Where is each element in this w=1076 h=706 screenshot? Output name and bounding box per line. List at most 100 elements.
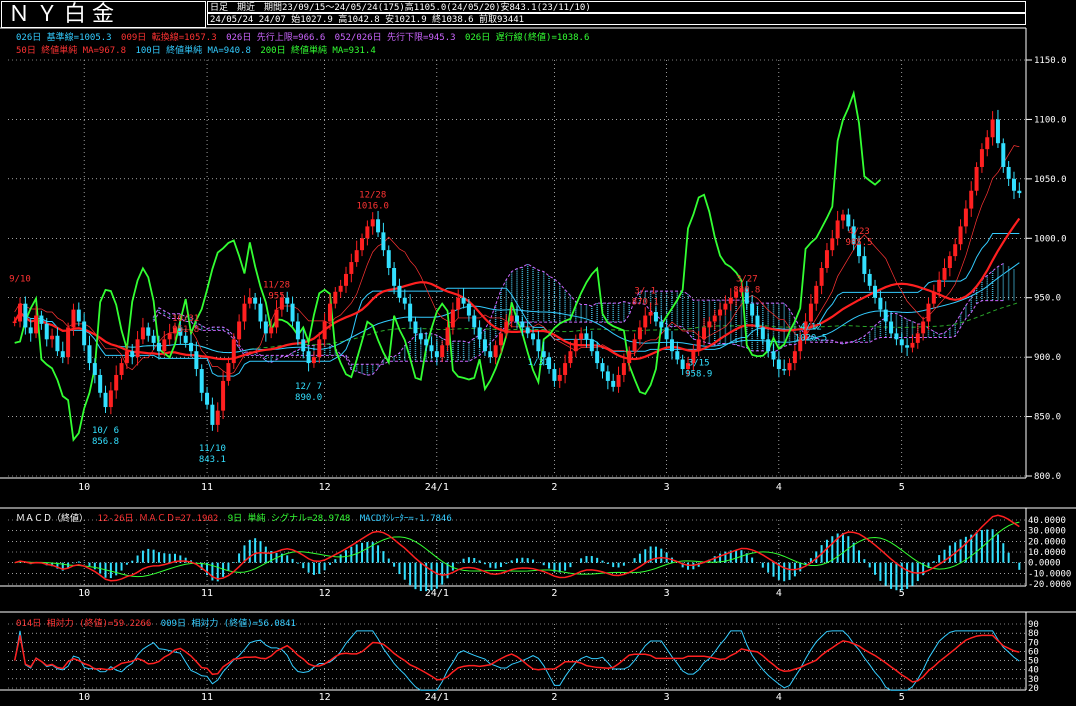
candle-body: [899, 339, 904, 346]
candle-body: [333, 291, 338, 304]
candle-body: [445, 327, 450, 346]
candle-body: [915, 333, 920, 343]
candle-body: [766, 339, 771, 352]
candle-body: [557, 374, 562, 381]
macd-tick-label: 40.0000: [1028, 516, 1066, 526]
chart-canvas: 1150.0 1100.0 1050.0 1000.0 950.0 900.0 850.0 8…: [0, 27, 1076, 703]
price-tick-label: 900.0: [1034, 353, 1061, 363]
candle-body: [338, 285, 343, 292]
candle-body: [579, 333, 584, 340]
candle-body: [862, 256, 867, 274]
candle-body: [782, 369, 787, 371]
swing-label-date: 3/27: [736, 275, 758, 285]
candle-body: [520, 321, 525, 328]
swing-label-value: 1016.0: [356, 201, 389, 211]
candle-body: [392, 268, 397, 286]
candle-body: [402, 297, 407, 304]
candle-body: [381, 232, 386, 251]
candle-body: [408, 303, 413, 322]
candle-body: [889, 321, 894, 334]
candle-body: [718, 309, 723, 316]
macd-tick-label: 0.0000: [1028, 559, 1061, 569]
candle-body: [50, 335, 55, 340]
candle-body: [386, 250, 391, 268]
macd-tick-label: 30.0000: [1028, 527, 1066, 537]
candle-body: [808, 303, 813, 322]
candle-body: [1017, 190, 1022, 194]
candle-body: [600, 363, 605, 372]
candle-body: [66, 327, 71, 358]
x-tick-label-rsi: 24/1: [425, 692, 449, 703]
candle-body: [167, 333, 172, 340]
candle-body: [247, 297, 252, 304]
candle-body: [563, 363, 568, 375]
candle-body: [584, 333, 589, 340]
swing-label-value: 955: [268, 292, 284, 302]
candle-body: [974, 166, 979, 191]
candle-body: [146, 327, 151, 336]
candle-body: [525, 327, 530, 334]
x-tick-label-main: 12: [319, 482, 331, 493]
candle-body: [488, 351, 493, 358]
candle-body: [226, 363, 231, 381]
swing-label-value: 905.5: [845, 238, 872, 248]
swing-label-value: 888.8: [733, 286, 760, 296]
candle-body: [440, 345, 445, 358]
candle-body: [552, 369, 557, 381]
candle-body: [824, 250, 829, 268]
candle-body: [509, 315, 514, 322]
price-tick-label: 850.0: [1034, 413, 1061, 423]
candle-body: [434, 351, 439, 358]
swing-label-value: 958.9: [685, 369, 712, 379]
swing-label-date: 10/31: [172, 314, 199, 324]
candle-body: [124, 351, 129, 364]
candle-body: [504, 321, 509, 334]
x-tick-label-main: 10: [78, 482, 90, 493]
candle-body: [12, 321, 17, 323]
candle-body: [60, 351, 65, 358]
candle-body: [707, 321, 712, 328]
candle-body: [910, 342, 915, 348]
candle-body: [616, 374, 621, 387]
candle-body: [295, 321, 300, 340]
chikou-line: [14, 89, 881, 442]
candle-body: [873, 285, 878, 298]
candle-body: [317, 339, 322, 358]
candle-body: [985, 137, 990, 150]
candle-body: [515, 315, 519, 322]
candle-body: [787, 363, 792, 371]
price-tick-label: 800.0: [1034, 472, 1061, 482]
candle-body: [322, 321, 327, 340]
swing-label-date: 9/10: [9, 275, 31, 285]
candle-body: [370, 219, 375, 227]
candle-body: [477, 327, 482, 340]
swing-label-date: 12/ 7: [295, 382, 322, 392]
candle-body: [242, 303, 247, 322]
candle-body: [1011, 178, 1016, 191]
candle-body: [210, 404, 215, 425]
price-tick-label: 1000.0: [1034, 234, 1067, 244]
candle-body: [205, 392, 210, 405]
candle-body: [237, 321, 242, 340]
candle-body: [493, 345, 498, 358]
candle-body: [114, 374, 119, 391]
x-tick-label-rsi: 11: [201, 692, 213, 703]
candle-body: [723, 303, 728, 310]
candle-body: [568, 351, 573, 364]
candle-body: [771, 351, 776, 360]
candle-body: [969, 190, 974, 209]
candle-body: [23, 303, 28, 328]
candle-body: [531, 333, 536, 340]
candle-body: [360, 238, 365, 251]
swing-label-date: 11/28: [263, 281, 290, 291]
candle-body: [1006, 166, 1011, 179]
candle-body: [632, 339, 637, 352]
price-tick-label: 1150.0: [1034, 56, 1067, 66]
macd-tick-label: 20.0000: [1028, 537, 1066, 547]
candle-body: [354, 250, 359, 263]
x-tick-label-macd: 3: [664, 588, 670, 599]
candle-body: [835, 220, 840, 239]
candle-body: [466, 303, 471, 316]
candle-body: [376, 219, 381, 233]
x-tick-label-macd: 12: [319, 588, 331, 599]
